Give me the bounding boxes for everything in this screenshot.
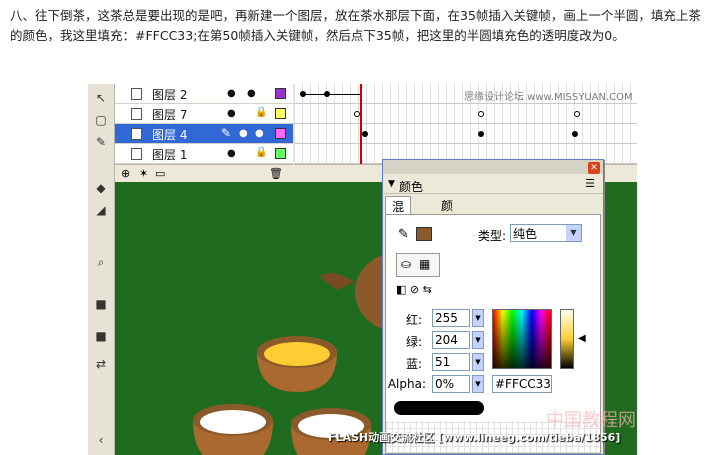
tea-surface (264, 342, 330, 366)
default-colors-icon[interactable]: ◧ (396, 283, 406, 296)
layer-name: 图层 4 (152, 128, 188, 142)
layer-page-icon (131, 108, 142, 120)
teapot-spout (320, 273, 355, 290)
keyframe[interactable] (324, 91, 330, 97)
fill-color-chip[interactable] (416, 227, 432, 241)
add-layer-icon[interactable]: ⊕ (121, 167, 130, 180)
keyframe[interactable] (300, 91, 306, 97)
blue-label: 蓝: (405, 357, 422, 371)
slider-arrow-icon[interactable]: ◀ (578, 333, 586, 344)
tween-line (302, 94, 362, 95)
green-spin-icon[interactable]: ▼ (472, 331, 484, 349)
pointer-tool-icon[interactable]: ↖ (92, 90, 110, 106)
layer-color-swatch[interactable] (275, 88, 286, 99)
frame-row (294, 124, 637, 144)
empty-keyframe[interactable] (574, 111, 580, 117)
tools-panel: ↖ ▢ ✎ ◆ ◢ ⌕ ■ ■ ⇄ ‹ (88, 84, 115, 455)
bucket-tool-icon[interactable]: ◆ (92, 180, 110, 196)
green-field[interactable]: 204 (432, 331, 470, 349)
layer-name: 图层 7 (152, 108, 188, 122)
fill-style-box[interactable]: ⛀ ▦ (396, 253, 440, 277)
blue-field[interactable]: 51 (432, 353, 470, 371)
flash-screenshot: ↖ ▢ ✎ ◆ ◢ ⌕ ■ ■ ⇄ ‹ 图层 2 ● ● 图层 7 ● 🔒 图层… (88, 84, 637, 455)
blue-spin-icon[interactable]: ▼ (472, 353, 484, 371)
playhead[interactable] (360, 84, 362, 164)
close-icon[interactable]: ✕ (588, 162, 600, 174)
visibility-dot-icon[interactable]: ● (227, 108, 236, 119)
lock-icon[interactable]: 🔒 (255, 147, 267, 158)
pencil-tool-icon[interactable]: ✎ (92, 134, 110, 150)
red-label: 红: (405, 313, 422, 327)
red-spin-icon[interactable]: ▼ (472, 309, 484, 327)
panel-title: 颜色 (399, 180, 424, 194)
no-color-icon[interactable]: ⊘ (410, 283, 419, 296)
layer-row-selected[interactable]: 图层 4 ✎ ● ● (115, 124, 293, 144)
bottom-watermark: FLASH动画交流社区 [www.lineeg.com/tieba/1856] (328, 431, 621, 444)
panel-header[interactable]: ▼ 颜色 ☰ (383, 176, 603, 194)
hex-field[interactable]: #FFCC33 (492, 375, 552, 393)
layer-row[interactable]: 图层 1 ● 🔒 (115, 144, 293, 164)
add-folder-icon[interactable]: ▭ (155, 167, 165, 180)
layer-color-swatch[interactable] (275, 148, 286, 159)
empty-keyframe[interactable] (478, 111, 484, 117)
keyframe[interactable] (478, 131, 484, 137)
layer-row[interactable]: 图层 2 ● ● (115, 84, 293, 104)
bucket-icon: ⛀ (401, 257, 412, 271)
trash-icon[interactable]: 🗑 (269, 167, 283, 180)
timeline-frames[interactable]: 思缘设计论坛 www.MISSYUAN.COM (294, 84, 637, 164)
alpha-field[interactable]: 0% (432, 375, 470, 393)
layer-page-icon (131, 148, 142, 160)
layer-toolbar: ⊕ ✶ ▭ 🗑 (115, 164, 293, 182)
keyframe[interactable] (362, 131, 368, 137)
color-preview-bar (394, 401, 484, 415)
collapse-triangle-icon[interactable]: ▼ (388, 179, 395, 189)
stroke-pencil-icon[interactable]: ✎ (398, 227, 409, 242)
frame-row (294, 104, 637, 124)
panel-titlebar[interactable]: ✕ (383, 160, 603, 174)
panel-menu-icon[interactable]: ☰ (585, 177, 595, 190)
visibility-dot-icon[interactable]: ● (227, 88, 236, 99)
layer-color-swatch[interactable] (275, 128, 286, 139)
swap-icon[interactable]: ⇆ (423, 283, 432, 296)
top-watermark: 思缘设计论坛 www.MISSYUAN.COM (464, 92, 633, 103)
grid-icon: ▦ (419, 257, 431, 271)
layer-color-swatch[interactable] (275, 108, 286, 119)
pencil-icon: ✎ (221, 126, 232, 140)
tab-mixer[interactable]: 混色器 (385, 196, 412, 248)
zoom-tool-icon[interactable]: ⌕ (92, 254, 110, 270)
lock-dot-icon[interactable]: ● (247, 88, 256, 99)
type-select[interactable]: 纯色 ▼ (510, 224, 582, 242)
visibility-dot-icon[interactable]: ● (239, 128, 248, 139)
lock-icon[interactable]: 🔒 (255, 107, 267, 118)
alpha-label: Alpha: (387, 377, 426, 391)
green-label: 绿: (405, 335, 422, 349)
layer-list: 图层 2 ● ● 图层 7 ● 🔒 图层 4 ✎ ● ● 图层 1 ● 🔒 (115, 84, 293, 164)
color-mini-icons: ◧ ⊘ ⇆ (396, 283, 432, 296)
visibility-dot-icon[interactable]: ● (227, 148, 236, 159)
brightness-slider[interactable] (560, 309, 574, 369)
subselect-tool-icon[interactable]: ▢ (92, 112, 110, 128)
swap-colors-icon[interactable]: ⇄ (92, 356, 110, 372)
fill-color-icon[interactable]: ■ (92, 328, 110, 344)
article-text: 八、往下倒茶，这茶总是要出现的是吧，再新建一个图层，放在茶水那层下面，在35帧插… (10, 8, 701, 43)
layer-name: 图层 2 (152, 88, 188, 102)
layer-row[interactable]: 图层 7 ● 🔒 (115, 104, 293, 124)
add-guide-icon[interactable]: ✶ (139, 167, 148, 180)
layer-page-icon (131, 128, 142, 140)
chevron-down-icon[interactable]: ▼ (566, 225, 581, 241)
layer-page-icon (131, 88, 142, 100)
keyframe[interactable] (572, 131, 578, 137)
cup-left-inside (200, 410, 266, 434)
tab-swatches[interactable]: 颜色样本 (435, 196, 459, 264)
eraser-tool-icon[interactable]: ◢ (92, 202, 110, 218)
lock-dot-icon[interactable]: ● (255, 128, 264, 139)
type-value: 纯色 (513, 227, 538, 241)
collapse-icon[interactable]: ‹ (92, 432, 110, 448)
alpha-spin-icon[interactable]: ▼ (472, 375, 484, 393)
color-spectrum[interactable] (492, 309, 552, 369)
stroke-color-icon[interactable]: ■ (92, 296, 110, 312)
red-field[interactable]: 255 (432, 309, 470, 327)
layer-name: 图层 1 (152, 148, 188, 162)
type-label: 类型: (478, 229, 507, 243)
